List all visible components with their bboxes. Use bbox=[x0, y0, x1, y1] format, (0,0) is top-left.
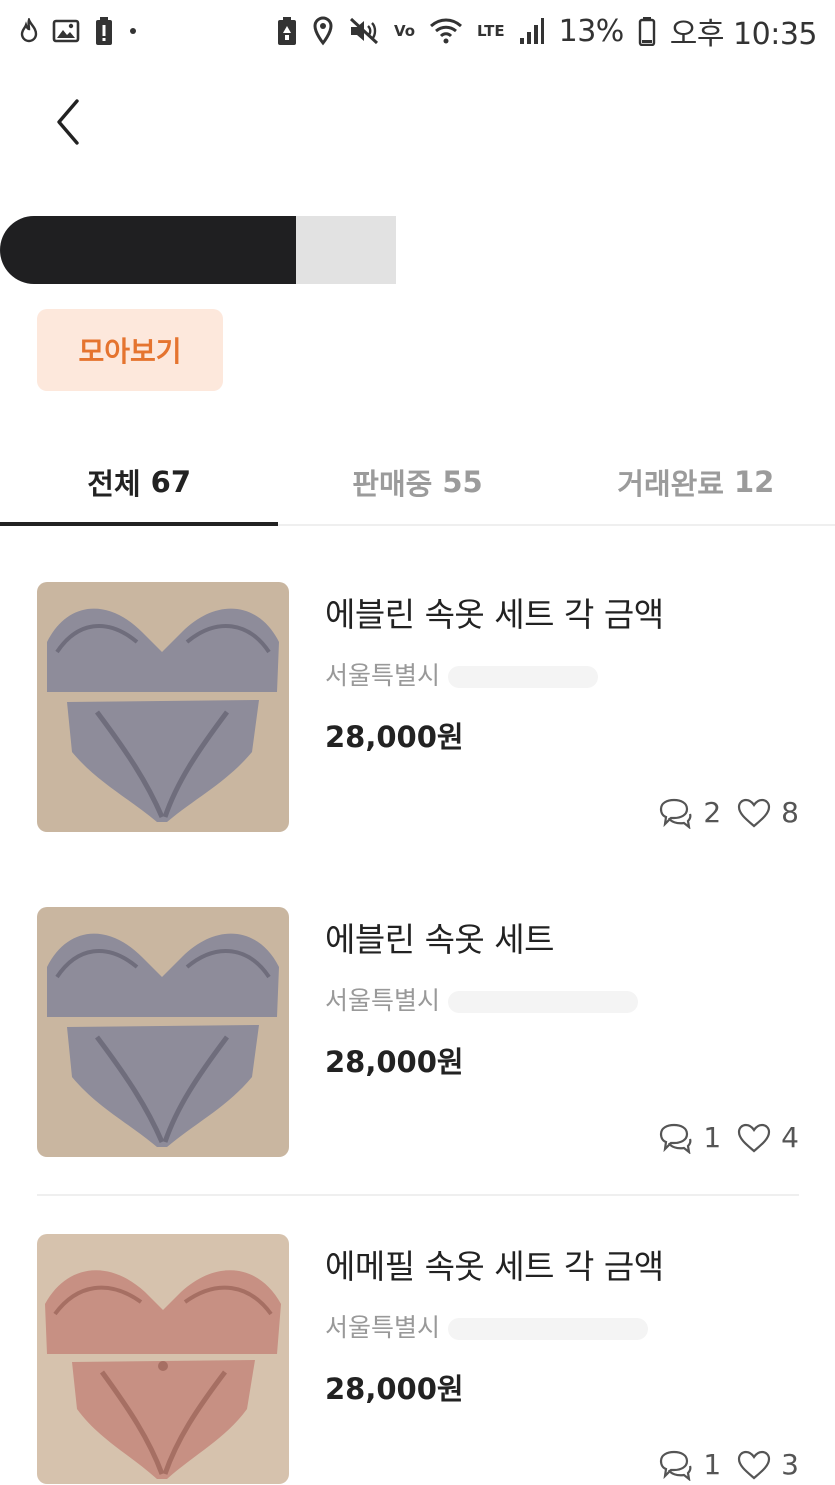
item-price: 28,000원 bbox=[325, 1372, 464, 1406]
status-left bbox=[20, 15, 138, 47]
wifi-icon bbox=[429, 15, 463, 47]
item-title: 에메필 속옷 세트 각 금액 bbox=[325, 1247, 664, 1286]
chat-icon bbox=[660, 1450, 692, 1481]
tab-all[interactable]: 전체 67 bbox=[0, 440, 279, 526]
volte-text: Vo bbox=[393, 22, 416, 40]
tab-on-sale-label: 판매중 bbox=[352, 467, 433, 501]
tab-on-sale[interactable]: 판매중 55 bbox=[278, 440, 556, 524]
tab-sold[interactable]: 거래완료 12 bbox=[557, 440, 835, 524]
item-price: 28,000원 bbox=[325, 720, 464, 754]
like-count: 8 bbox=[781, 796, 799, 829]
list-item[interactable]: 에메필 속옷 세트 각 금액 서울특별시 28,000원 1 3 bbox=[0, 1212, 835, 1485]
lte-text: LTE bbox=[477, 22, 505, 40]
list-item[interactable]: 에블린 속옷 세트 각 금액 서울특별시 28,000원 2 8 bbox=[0, 560, 835, 860]
clock: 오후 10:35 bbox=[669, 17, 818, 52]
tab-all-count: 67 bbox=[150, 465, 192, 499]
chevron-left-icon bbox=[57, 99, 79, 145]
location-redaction bbox=[448, 1318, 649, 1340]
item-price: 28,000원 bbox=[325, 1045, 464, 1079]
list-divider bbox=[37, 1194, 799, 1196]
list-item[interactable]: 에블린 속옷 세트 서울특별시 28,000원 1 4 bbox=[0, 885, 835, 1185]
product-image bbox=[37, 907, 289, 1157]
location-redaction bbox=[448, 666, 599, 688]
like-count: 4 bbox=[781, 1121, 799, 1154]
item-stats: 2 8 bbox=[657, 796, 799, 829]
tab-all-label: 전체 bbox=[87, 467, 141, 501]
tab-on-sale-count: 55 bbox=[442, 465, 483, 499]
image-icon bbox=[52, 15, 80, 47]
comment-count: 1 bbox=[703, 1121, 722, 1154]
location-pin-icon bbox=[312, 15, 334, 47]
item-stats: 1 3 bbox=[657, 1448, 799, 1481]
like-count: 3 bbox=[781, 1448, 799, 1481]
battery-percent: 13% bbox=[558, 13, 625, 49]
flame-icon bbox=[20, 15, 38, 47]
status-right: Vo LTE 13% 오후 10:35 bbox=[276, 9, 818, 53]
item-title: 에블린 속옷 세트 각 금액 bbox=[325, 595, 664, 634]
comment-count: 1 bbox=[703, 1448, 722, 1481]
collect-view-button[interactable]: 모아보기 bbox=[37, 309, 223, 391]
product-image bbox=[37, 1234, 289, 1484]
battery-icon bbox=[638, 15, 656, 47]
location-redaction bbox=[448, 991, 639, 1013]
chat-icon bbox=[660, 798, 692, 829]
heart-icon bbox=[738, 1123, 771, 1152]
item-stats: 1 4 bbox=[657, 1121, 799, 1154]
back-button[interactable] bbox=[40, 92, 96, 152]
tab-sold-label: 거래완료 bbox=[617, 467, 724, 501]
comment-count: 2 bbox=[703, 796, 722, 829]
product-image bbox=[37, 582, 289, 832]
redaction-dark bbox=[0, 216, 300, 284]
battery-saver-icon bbox=[276, 15, 298, 47]
item-location: 서울특별시 bbox=[325, 1308, 649, 1344]
status-bar: Vo LTE 13% 오후 10:35 bbox=[0, 0, 835, 62]
chat-icon bbox=[660, 1123, 692, 1154]
item-location: 서울특별시 bbox=[325, 981, 639, 1017]
item-location-text: 서울특별시 bbox=[325, 661, 441, 690]
tab-bar: 전체 67 판매중 55 거래완료 12 bbox=[0, 440, 835, 526]
signal-icon bbox=[519, 15, 545, 47]
heart-icon bbox=[738, 798, 771, 827]
battery-alert-icon bbox=[94, 15, 114, 47]
item-location-text: 서울특별시 bbox=[325, 986, 441, 1015]
redaction-light bbox=[296, 216, 396, 284]
heart-icon bbox=[738, 1450, 771, 1479]
tab-sold-count: 12 bbox=[734, 465, 775, 499]
item-location-text: 서울특별시 bbox=[325, 1313, 441, 1342]
dot-icon bbox=[128, 15, 138, 47]
item-title: 에블린 속옷 세트 bbox=[325, 920, 555, 959]
mute-icon bbox=[348, 15, 380, 47]
item-location: 서울특별시 bbox=[325, 656, 599, 692]
redacted-seller-name bbox=[0, 212, 396, 288]
